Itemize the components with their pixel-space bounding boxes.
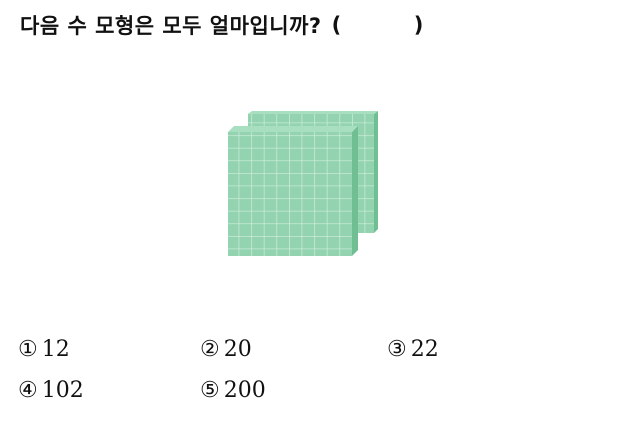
question-prompt: 다음 수 모형은 모두 얼마입니까? [20,14,322,38]
choice-1-marker: ① [18,337,38,362]
choice-2-value: 20 [223,337,252,362]
choice-3[interactable]: ③ 22 [387,337,439,362]
question-text: 다음 수 모형은 모두 얼마입니까? ( ) [20,10,424,40]
choice-5-marker: ⑤ [200,378,220,403]
choice-2-marker: ② [200,337,220,362]
answer-paren-open: ( [331,13,342,37]
choice-1-value: 12 [41,337,70,362]
choice-5[interactable]: ⑤ 200 [200,378,266,403]
choice-1[interactable]: ① 12 [18,337,70,362]
choice-4[interactable]: ④ 102 [18,378,84,403]
base-ten-blocks-figure [228,111,378,256]
front-hundred-block [228,126,358,256]
choice-4-value: 102 [41,378,84,403]
choice-5-value: 200 [223,378,266,403]
hundred-flat-block-icon [226,110,378,258]
choice-3-value: 22 [410,337,439,362]
choice-2[interactable]: ② 20 [200,337,252,362]
answer-paren-close: ) [413,13,424,37]
choice-3-marker: ③ [387,337,407,362]
choice-4-marker: ④ [18,378,38,403]
